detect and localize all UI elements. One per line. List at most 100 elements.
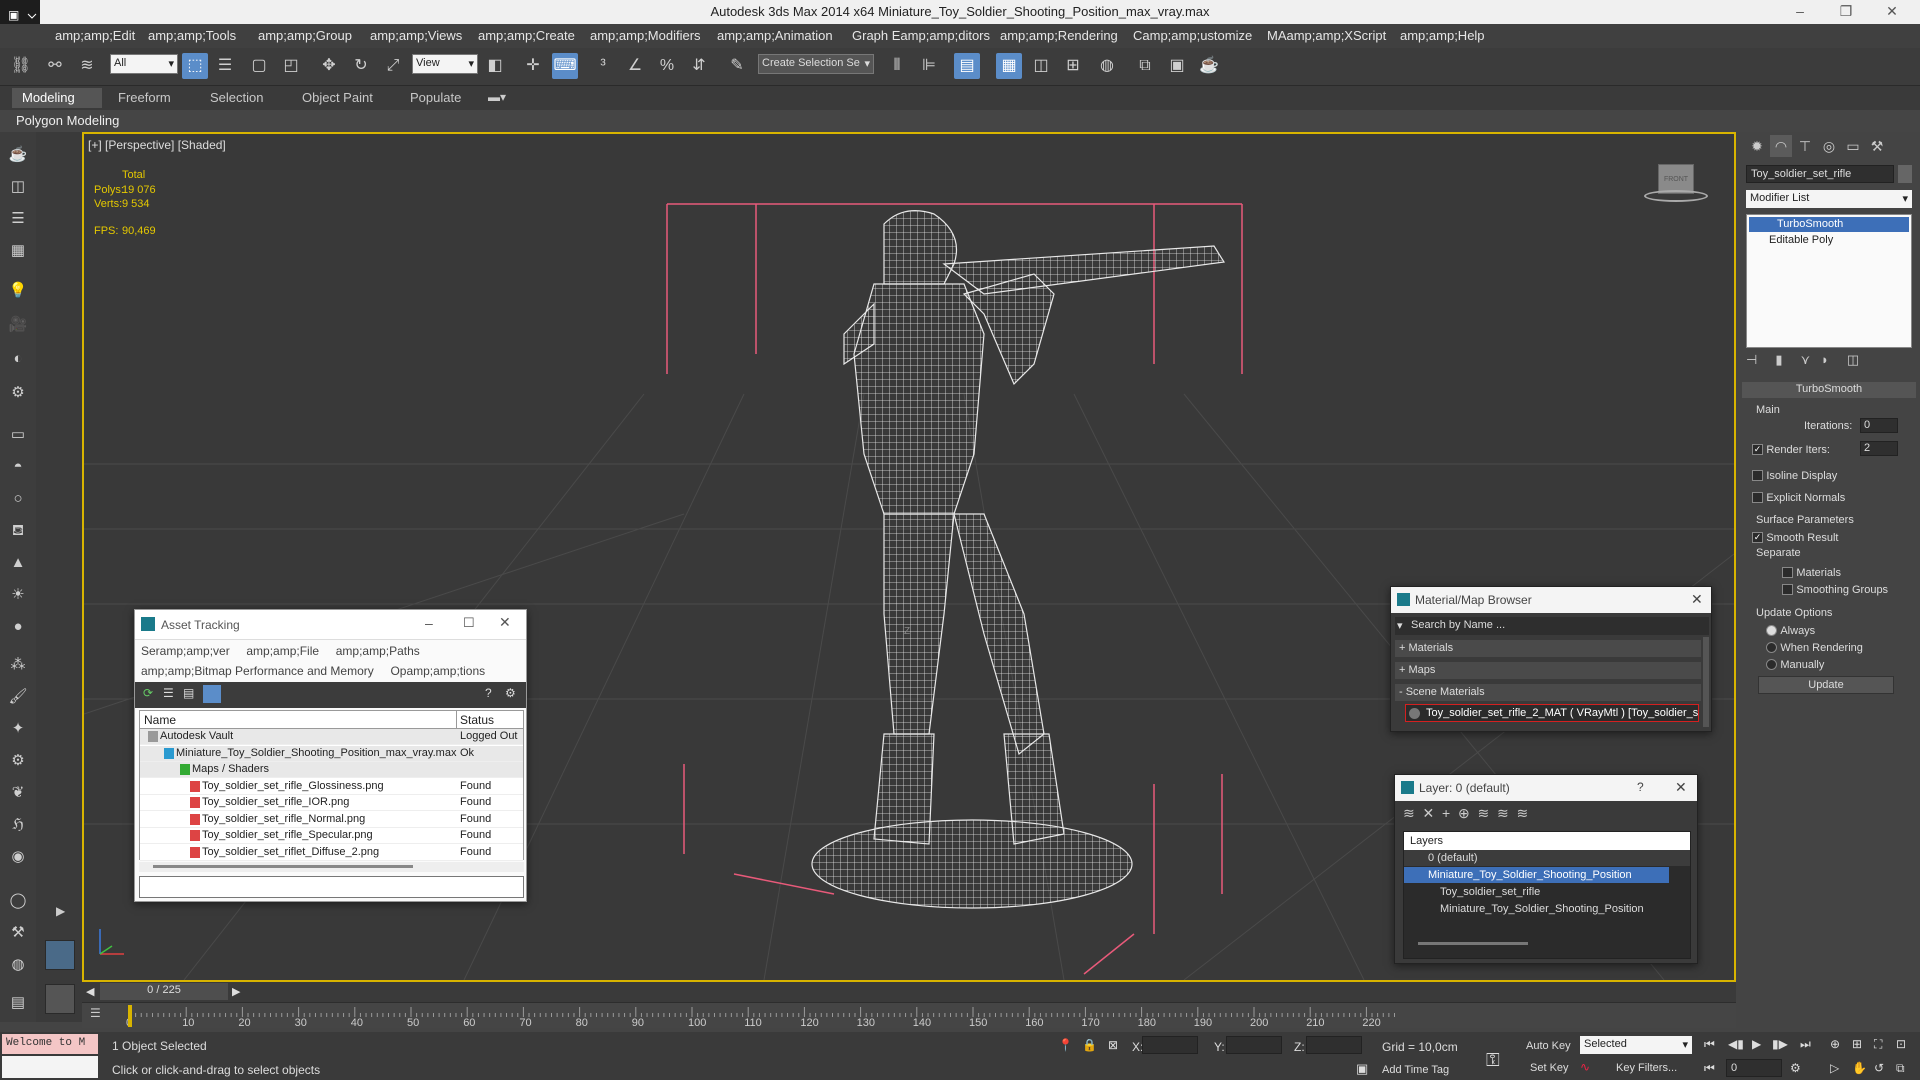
update-button[interactable]: Update [1758,676,1894,694]
select-manipulate-icon[interactable]: ✛ [520,53,546,79]
track-bar-menu-icon[interactable]: ☰ [82,1002,112,1028]
ribbon-options-icon[interactable]: ▬▾ [488,90,506,104]
render-setup-icon[interactable]: ⧉ [1132,53,1158,79]
align-icon[interactable]: ⊫ [916,53,942,79]
make-unique-icon[interactable]: ⋎ [1801,352,1811,367]
set-key-button[interactable]: Set Key [1530,1062,1569,1074]
next-frame-icon[interactable]: ▶ [232,985,240,998]
asset-scrollbar[interactable] [139,862,524,872]
col-name-header[interactable]: Name [144,713,176,727]
angle-snap-icon[interactable]: ∠ [622,53,648,79]
close-icon[interactable]: ✕ [1675,779,1687,796]
asset-tracking-titlebar[interactable]: Asset Tracking – ☐ ✕ [135,610,526,640]
rotate-icon[interactable]: ↻ [348,53,374,79]
col-status-header[interactable]: Status [460,713,494,727]
time-slider-thumb[interactable]: 0 / 225 [100,983,228,1000]
edit-named-selection-icon[interactable]: ✎ [724,53,750,79]
materials-checkbox[interactable] [1782,567,1793,579]
sun-icon[interactable]: ☀ [7,584,29,606]
bind-space-warp-icon[interactable]: ≋ [74,53,100,79]
next-key-icon[interactable]: ▮▶ [1772,1037,1788,1051]
plane-icon[interactable]: ▭ [7,424,29,446]
new-layer-icon[interactable]: ≋ [1403,805,1415,821]
viewcube-ring[interactable] [1644,190,1708,202]
rendered-frame-window-icon[interactable]: ▣ [1164,53,1190,79]
menu-maxscript[interactable]: MAamp;amp;XScript [1267,28,1386,43]
track-bar[interactable]: 0102030405060708090100110120130140150160… [82,1002,1736,1029]
ref-coord-dropdown[interactable]: View ▾ [412,54,478,74]
render-iters-checkbox[interactable]: ✓ [1752,444,1763,456]
hemisphere-icon[interactable]: ◓ [7,456,29,478]
viewport-label[interactable]: [+] [Perspective] [Shaded] [88,138,226,152]
modify-tab-icon[interactable]: ◠ [1770,135,1792,157]
prev-key-icon[interactable]: ◀▮ [1728,1037,1744,1051]
section-materials[interactable]: + Materials [1395,640,1701,657]
turbosmooth-rollout-title[interactable]: TurboSmooth [1742,382,1916,398]
x-coord-field[interactable] [1142,1036,1198,1054]
key-mode-dropdown[interactable]: Selected ▾ [1580,1036,1692,1054]
keyboard-shortcut-icon[interactable]: ⌨ [552,53,578,79]
maxscript-listener[interactable]: Welcome to M [2,1034,98,1054]
render-icon[interactable]: ◫ [7,176,29,198]
menu-options[interactable]: Opamp;amp;tions [390,664,485,678]
layer-item-soldier-object[interactable]: Miniature_Toy_Soldier_Shooting_Position [1404,901,1690,917]
time-config-icon[interactable]: ⚙ [1790,1061,1801,1075]
table-row[interactable]: Maps / Shaders [140,762,523,778]
highlight-layer-icon[interactable]: ≋ [1478,805,1490,821]
object-icon[interactable]: ◐ [7,348,29,370]
menu-animation[interactable]: amp;amp;Animation [717,28,833,43]
y-coord-field[interactable] [1226,1036,1282,1054]
remove-modifier-icon[interactable]: ◗ [1821,352,1829,367]
settings-icon[interactable]: ⚙ [7,750,29,772]
select-object-icon[interactable]: ⬚ [182,53,208,79]
layers-scrollbar[interactable] [1418,942,1528,945]
delete-layer-icon[interactable]: ✕ [1423,805,1435,821]
table-view-icon[interactable]: ▤ [183,686,194,700]
hide-all-layers-icon[interactable]: ≋ [1497,805,1509,821]
configure-sets-icon[interactable]: ◫ [1847,352,1859,367]
menu-edit[interactable]: amp;amp;Edit [55,28,135,43]
menu-rendering[interactable]: amp;amp;Rendering [1000,28,1118,43]
viewcube[interactable]: FRONT [1644,164,1708,204]
named-selection-dropdown[interactable]: Create Selection Se ▾ [758,54,874,74]
zoom-extents-all-icon[interactable]: ⊡ [1896,1037,1906,1051]
vault-icon[interactable]: ⚙ [505,686,516,700]
hair-icon[interactable]: ℌ [7,814,29,836]
link-icon[interactable]: ⛓ [8,53,34,79]
help-button[interactable]: ? [1637,780,1644,794]
pivot-center-icon[interactable]: ◧ [482,53,508,79]
polygon-modeling-label[interactable]: Polygon Modeling [16,113,119,128]
texture-icon[interactable]: ◉ [7,846,29,868]
select-in-layer-icon[interactable]: ⊕ [1458,805,1470,821]
manually-radio[interactable] [1766,659,1777,671]
selection-filter-dropdown[interactable]: All ▾ [110,54,178,74]
display-tab-icon[interactable]: ▭ [1842,135,1864,157]
current-frame-field[interactable]: 0 [1726,1059,1782,1077]
viewport-layout-icon[interactable] [45,940,75,970]
table-row[interactable]: Toy_soldier_set_rifle_Normal.png Found [140,811,523,828]
tools-icon[interactable]: ⚒ [7,922,29,944]
time-slider[interactable]: ◀ 0 / 225 ▶ [82,982,1736,1002]
tab-modeling[interactable]: Modeling [12,88,102,108]
minimize-button[interactable]: – [1780,0,1820,24]
menu-customize[interactable]: Camp;amp;ustomize [1133,28,1252,43]
table-row[interactable]: Toy_soldier_set_rifle_IOR.png Found [140,795,523,811]
particles-icon[interactable]: ⁂ [7,654,29,676]
camera-icon[interactable]: 🎥 [7,314,29,336]
isolate-icon[interactable]: 📍 [1058,1038,1073,1052]
render-frame-icon[interactable]: ◍ [7,954,29,976]
show-end-result-icon[interactable]: ▮ [1775,352,1782,367]
modifier-list-dropdown[interactable]: Modifier List ▾ [1746,190,1912,208]
refresh-icon[interactable]: ⟳ [143,686,153,700]
menu-group[interactable]: amp;amp;Group [258,28,352,43]
ribbon-toggle-icon[interactable]: ▦ [996,53,1022,79]
tab-object-paint[interactable]: Object Paint [292,90,383,105]
menu-bitmap-performance[interactable]: amp;amp;Bitmap Performance and Memory [141,664,374,678]
menu-tools[interactable]: amp;amp;Tools [148,28,236,43]
script-icon[interactable]: ▤ [7,992,29,1014]
sphere-icon[interactable]: ○ [7,488,29,510]
layer-item-default[interactable]: 0 (default) [1404,850,1690,866]
maxscript-input[interactable] [2,1056,98,1078]
motion-tab-icon[interactable]: ◎ [1818,135,1840,157]
close-icon[interactable]: ✕ [1691,591,1703,608]
